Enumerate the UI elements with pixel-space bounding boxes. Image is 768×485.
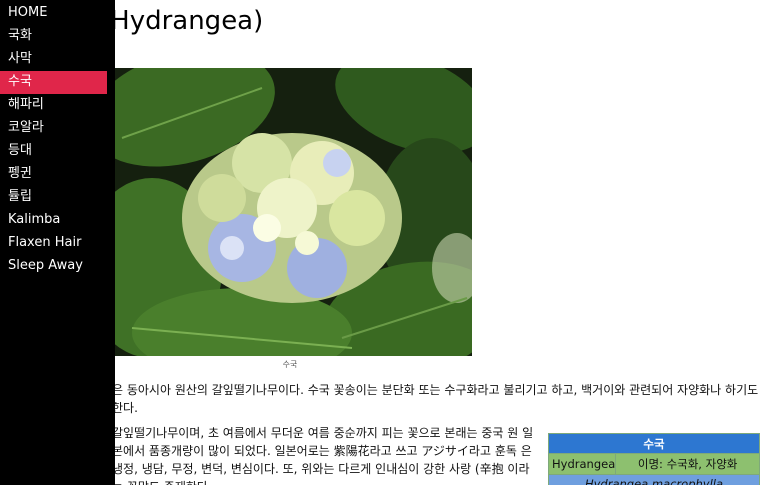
nav-item-tulips[interactable]: 튤립	[0, 186, 107, 209]
nav-item-sleep-away[interactable]: Sleep Away	[0, 255, 107, 278]
infobox-value: 이명: 수국화, 자양화	[615, 453, 760, 475]
description-paragraph: 갈잎떨기나무이며, 초 여름에서 무더운 여름 중순까지 피는 꽃으로 본래는 …	[112, 426, 534, 485]
sidebar-nav: HOME 국화 사막 수국 해파리 코알라 등대 펭귄 튤립 Kalimba F…	[0, 0, 115, 485]
nav-item-home[interactable]: HOME	[0, 2, 107, 25]
infobox-title: 수국	[548, 433, 760, 454]
nav-item-kalimba[interactable]: Kalimba	[0, 209, 107, 232]
nav-item-lighthouse[interactable]: 등대	[0, 140, 107, 163]
nav-item-chrysanthemum[interactable]: 국화	[0, 25, 107, 48]
nav-item-hydrangea[interactable]: 수국	[0, 71, 107, 94]
infobox-scientific-name: Hydrangea macrophylla	[548, 474, 760, 485]
nav-item-flaxen-hair[interactable]: Flaxen Hair	[0, 232, 107, 255]
nav-item-penguins[interactable]: 펭귄	[0, 163, 107, 186]
nav-item-jellyfish[interactable]: 해파리	[0, 94, 107, 117]
hydrangea-photo	[112, 68, 472, 356]
nav-item-desert[interactable]: 사막	[0, 48, 107, 71]
photo-caption: 수국	[282, 360, 298, 369]
page-title: (Hydrangea)	[100, 6, 264, 36]
nav-item-koala[interactable]: 코알라	[0, 117, 107, 140]
infobox-key: Hydrangea	[547, 453, 617, 475]
intro-paragraph: 은 동아시아 원산의 갈잎떨기나무이다. 수국 꽃송이는 분단화 또는 수구화라…	[112, 383, 759, 415]
infobox: 수국 Hydrangea 이명: 수국화, 자양화 Hydrangea macr…	[547, 433, 760, 485]
